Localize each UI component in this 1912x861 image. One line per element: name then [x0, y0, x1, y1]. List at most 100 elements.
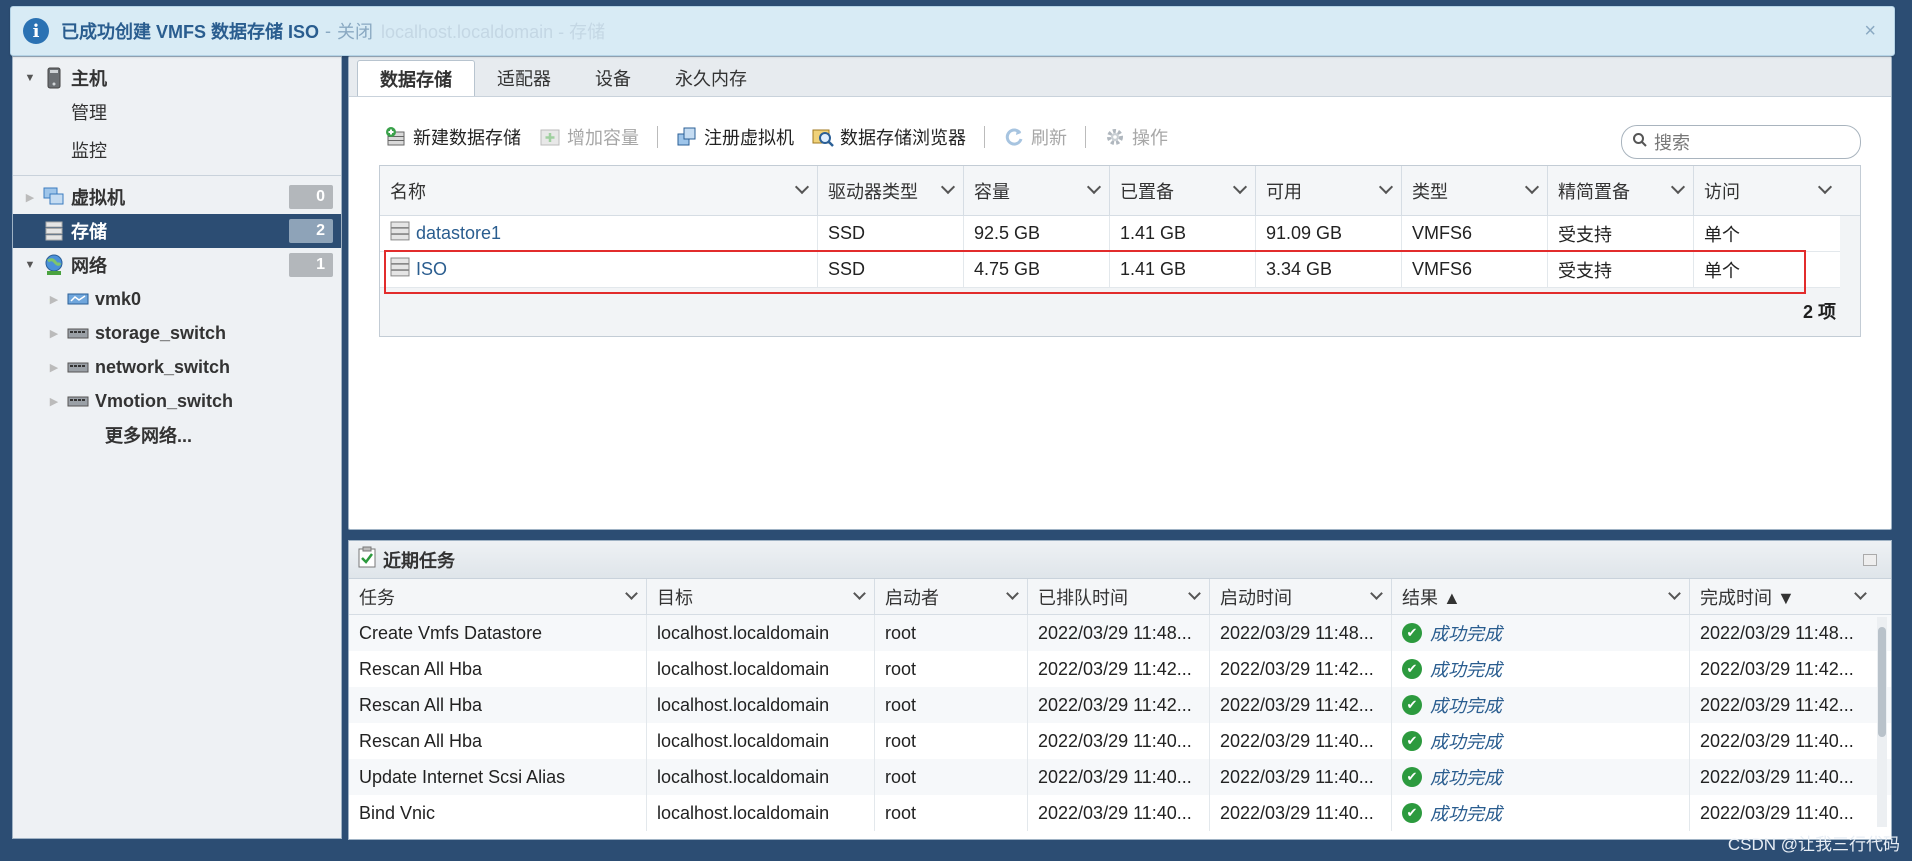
- expand-triangle-icon[interactable]: ▶: [47, 293, 61, 306]
- chevron-down-icon[interactable]: [1232, 179, 1248, 195]
- table-row[interactable]: Rescan All Hba localhost.localdomain roo…: [349, 651, 1891, 687]
- success-check-icon: ✔: [1402, 731, 1422, 751]
- column-header[interactable]: 启动时间: [1210, 579, 1392, 614]
- vm-icon: [43, 186, 65, 208]
- switch-icon: [67, 322, 89, 344]
- chevron-down-icon[interactable]: [1670, 179, 1686, 195]
- item-count: 2 项: [1802, 302, 1836, 322]
- notification-close-link[interactable]: 关闭: [337, 18, 373, 44]
- table-row[interactable]: ISO SSD 4.75 GB 1.41 GB 3.34 GB VMFS6 受支…: [380, 252, 1840, 288]
- chevron-down-icon[interactable]: [1188, 587, 1201, 600]
- column-header[interactable]: 启动者: [875, 579, 1028, 614]
- table-row[interactable]: Rescan All Hba localhost.localdomain roo…: [349, 687, 1891, 723]
- column-header[interactable]: 类型: [1402, 166, 1548, 215]
- tab-devices[interactable]: 设备: [573, 60, 653, 96]
- table-row[interactable]: datastore1 SSD 92.5 GB 1.41 GB 91.09 GB …: [380, 216, 1840, 252]
- chevron-down-icon[interactable]: [1524, 179, 1540, 195]
- chevron-down-icon[interactable]: [1086, 179, 1102, 195]
- nav-network-child[interactable]: ▶ Vmotion_switch: [13, 384, 341, 418]
- chevron-down-icon[interactable]: [794, 179, 810, 195]
- nav-network-child[interactable]: ▶ vmk0: [13, 282, 341, 316]
- nav-more-networks[interactable]: 更多网络...: [13, 418, 341, 452]
- expand-triangle-icon[interactable]: ▶: [23, 191, 37, 204]
- new-datastore-button[interactable]: 新建数据存储: [385, 124, 521, 150]
- nav-network-child-label: vmk0: [95, 288, 142, 309]
- datastore-icon: [390, 257, 410, 282]
- chevron-down-icon[interactable]: [853, 587, 866, 600]
- datastore-name-link[interactable]: ISO: [416, 259, 447, 280]
- nav-host-manage[interactable]: 管理: [13, 95, 341, 129]
- scrollbar-thumb[interactable]: [1878, 627, 1886, 737]
- close-icon[interactable]: ×: [1864, 20, 1876, 43]
- tasks-scrollbar[interactable]: [1877, 617, 1887, 827]
- refresh-icon: [1003, 126, 1025, 148]
- nav-networking[interactable]: ▼ 网络 1: [13, 248, 341, 282]
- table-row[interactable]: Update Internet Scsi Alias localhost.loc…: [349, 759, 1891, 795]
- chevron-down-icon[interactable]: [1854, 587, 1867, 600]
- column-header[interactable]: 可用: [1256, 166, 1402, 215]
- table-row[interactable]: Bind Vnic localhost.localdomain root 202…: [349, 795, 1891, 831]
- expand-triangle-icon[interactable]: ▼: [23, 259, 37, 271]
- nav-host-monitor[interactable]: 监控: [13, 133, 341, 167]
- register-vm-button[interactable]: 注册虚拟机: [676, 124, 794, 150]
- column-header[interactable]: 目标: [647, 579, 875, 614]
- nav-storage[interactable]: 存储 2: [13, 214, 341, 248]
- nav-storage-label: 存储: [71, 222, 107, 242]
- chevron-down-icon[interactable]: [1370, 587, 1383, 600]
- clipboard-check-icon: [357, 546, 377, 573]
- chevron-down-icon[interactable]: [1817, 179, 1833, 195]
- refresh-button[interactable]: 刷新: [1003, 124, 1067, 150]
- column-header[interactable]: 完成时间 ▼: [1690, 579, 1875, 614]
- datastore-name-link[interactable]: datastore1: [416, 223, 501, 244]
- nav-network-child-label: Vmotion_switch: [95, 390, 234, 411]
- nav-network-child[interactable]: ▶ storage_switch: [13, 316, 341, 350]
- datastore-table-header: 名称 驱动器类型 容量 已置备 可用 类型 精简置备 访问: [380, 166, 1860, 216]
- notification-separator: -: [325, 20, 332, 41]
- tab-persistent-memory[interactable]: 永久内存: [653, 60, 769, 96]
- nav-vm-label: 虚拟机: [71, 188, 125, 208]
- actions-button[interactable]: 操作: [1104, 124, 1168, 150]
- nav-virtual-machines[interactable]: ▶ 虚拟机 0: [13, 180, 341, 214]
- nav-more-networks-label: 更多网络...: [105, 426, 193, 446]
- column-header[interactable]: 任务: [349, 579, 647, 614]
- column-header[interactable]: 访问: [1694, 166, 1840, 215]
- column-header[interactable]: 已置备: [1110, 166, 1256, 215]
- column-header[interactable]: 精简置备: [1548, 166, 1694, 215]
- search-input[interactable]: 搜索: [1621, 125, 1861, 159]
- increase-capacity-icon: [539, 126, 561, 148]
- storage-main-panel: 数据存储 适配器 设备 永久内存 新建数据存储 增加容量 注册虚拟机 数据存储浏…: [348, 56, 1892, 530]
- expand-triangle-icon[interactable]: ▶: [47, 395, 61, 408]
- toolbar-separator: [657, 126, 658, 148]
- chevron-down-icon[interactable]: [1006, 587, 1019, 600]
- column-header[interactable]: 容量: [964, 166, 1110, 215]
- tab-adapters[interactable]: 适配器: [475, 60, 573, 96]
- column-header[interactable]: 已排队时间: [1028, 579, 1210, 614]
- datastore-browser-button[interactable]: 数据存储浏览器: [812, 124, 966, 150]
- tab-datastores[interactable]: 数据存储: [357, 60, 475, 96]
- chevron-down-icon[interactable]: [940, 179, 956, 195]
- nav-network-child[interactable]: ▶ network_switch: [13, 350, 341, 384]
- nav-host[interactable]: ▼ 主机: [13, 61, 341, 95]
- column-header[interactable]: 名称: [380, 166, 818, 215]
- expand-triangle-icon[interactable]: ▼: [23, 72, 37, 84]
- vmkernel-nic-icon: [67, 288, 89, 310]
- expand-triangle-icon[interactable]: ▶: [47, 327, 61, 340]
- chevron-down-icon[interactable]: [1378, 179, 1394, 195]
- host-icon: [43, 67, 65, 89]
- increase-capacity-button[interactable]: 增加容量: [539, 124, 639, 150]
- storage-count-badge: 2: [289, 219, 333, 243]
- column-header[interactable]: 驱动器类型: [818, 166, 964, 215]
- task-result: 成功完成: [1430, 660, 1502, 680]
- expand-triangle-icon[interactable]: ▶: [47, 361, 61, 374]
- register-vm-label: 注册虚拟机: [704, 128, 794, 148]
- toolbar: 新建数据存储 增加容量 注册虚拟机 数据存储浏览器 刷新 操作: [385, 121, 1186, 153]
- table-row[interactable]: Rescan All Hba localhost.localdomain roo…: [349, 723, 1891, 759]
- chevron-down-icon[interactable]: [1668, 587, 1681, 600]
- recent-tasks-header: 近期任务: [349, 541, 1891, 579]
- minimize-icon[interactable]: [1863, 554, 1877, 566]
- info-icon: i: [23, 18, 49, 44]
- chevron-down-icon[interactable]: [625, 587, 638, 600]
- column-header[interactable]: 结果 ▲: [1392, 579, 1690, 614]
- table-row[interactable]: Create Vmfs Datastore localhost.localdom…: [349, 615, 1891, 651]
- watermark: CSDN @让我三行代码: [1727, 835, 1900, 854]
